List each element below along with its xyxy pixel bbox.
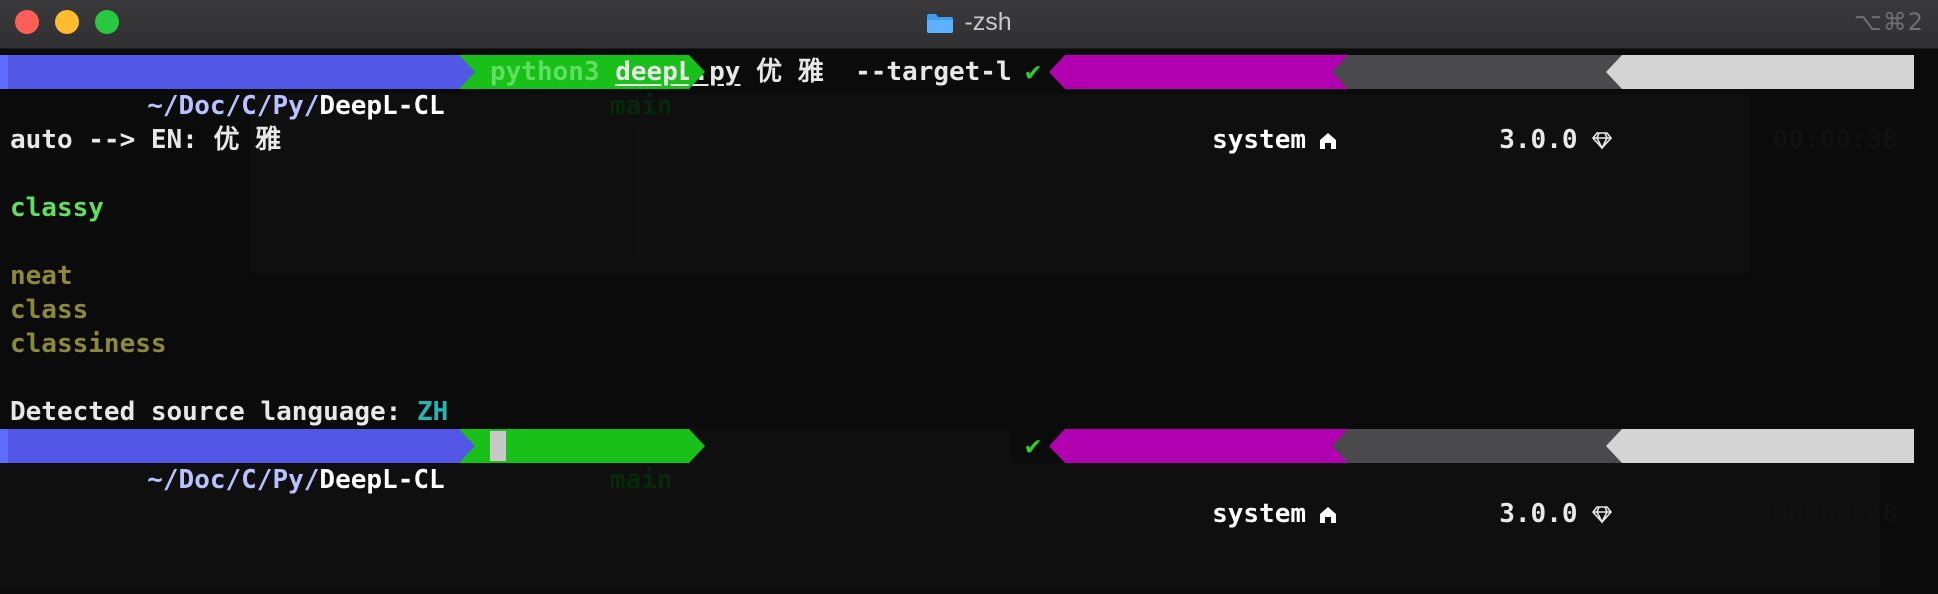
prompt-path-segment: ~/Doc/C/Py/DeepL-CL — [8, 55, 475, 121]
home-icon — [1320, 133, 1337, 149]
alternative-translation: neat — [10, 261, 73, 291]
version-segment: 3.0.0 — [1332, 429, 1622, 529]
version-value: 3.0.0 — [1499, 499, 1578, 529]
detected-language-line: Detected source language: ZH — [10, 395, 448, 429]
background-window-ghost — [250, 94, 1750, 274]
segment-separator — [688, 55, 705, 89]
segment-separator — [1048, 55, 1065, 89]
env-segment: system — [1048, 55, 1349, 155]
version-segment: 3.0.0 — [1332, 55, 1622, 155]
command-executable: python3 — [490, 57, 600, 87]
folder-icon — [927, 14, 954, 33]
title-bar: -zsh ⌥⌘2 — [0, 0, 1938, 49]
window-title: -zsh — [0, 0, 1938, 44]
env-segment: system — [1048, 429, 1349, 529]
env-name: system — [1212, 125, 1307, 155]
segment-separator — [1048, 429, 1065, 463]
segment-separator — [458, 55, 475, 89]
home-icon — [1320, 507, 1337, 523]
version-value: 3.0.0 — [1499, 125, 1578, 155]
env-name: system — [1212, 499, 1307, 529]
alternative-translation: class — [10, 295, 89, 325]
main-translation: classy — [10, 193, 104, 223]
gem-icon — [1591, 506, 1612, 524]
segment-separator — [688, 429, 705, 463]
path-prefix: ~/Doc/C/Py/ — [147, 465, 320, 495]
command-file[interactable]: deepL.py — [615, 57, 740, 87]
terminal-window: -zsh ⌥⌘2 ~/Doc/C/Py/DeepL-CL main python… — [0, 0, 1938, 594]
detected-language-label: Detected source language: — [10, 397, 417, 427]
alternative-translation: classiness — [10, 329, 167, 359]
path-prefix: ~/Doc/C/Py/ — [147, 91, 320, 121]
segment-separator — [1332, 429, 1349, 463]
segment-separator — [458, 429, 475, 463]
time-segment: 00:00:38 — [1605, 55, 1914, 155]
segment-separator — [1332, 55, 1349, 89]
terminal-content[interactable]: ~/Doc/C/Py/DeepL-CL main python3 deepL.p… — [0, 49, 1938, 594]
right-prompt: ✔ system 3.0.0 00:00:38 — [1011, 55, 1914, 155]
prompt-path-segment: ~/Doc/C/Py/DeepL-CL — [8, 429, 475, 495]
elapsed-time: 00:00:48 — [1772, 499, 1898, 529]
detected-language-value: ZH — [417, 397, 449, 427]
gem-icon — [1591, 132, 1612, 150]
time-segment: 00:00:48 — [1605, 429, 1914, 529]
segment-separator — [1605, 55, 1622, 89]
segment-separator — [1605, 429, 1622, 463]
path-current-dir: DeepL-CL — [319, 465, 445, 495]
tab-shortcut-label: ⌥⌘2 — [1854, 8, 1924, 36]
git-branch-name: main — [609, 465, 673, 495]
text-cursor[interactable] — [490, 431, 506, 461]
right-prompt: ✔ system 3.0.0 00:00:48 — [1011, 429, 1914, 529]
window-title-text: -zsh — [964, 7, 1012, 36]
git-branch-name: main — [609, 91, 673, 121]
path-current-dir: DeepL-CL — [319, 91, 445, 121]
prompt-left-cap — [0, 55, 8, 89]
translation-direction-line: auto --> EN: 优 雅 — [10, 125, 282, 155]
elapsed-time: 00:00:38 — [1772, 125, 1898, 155]
prompt-line: ~/Doc/C/Py/DeepL-CL main — [0, 429, 705, 495]
prompt-left-cap — [0, 429, 8, 463]
